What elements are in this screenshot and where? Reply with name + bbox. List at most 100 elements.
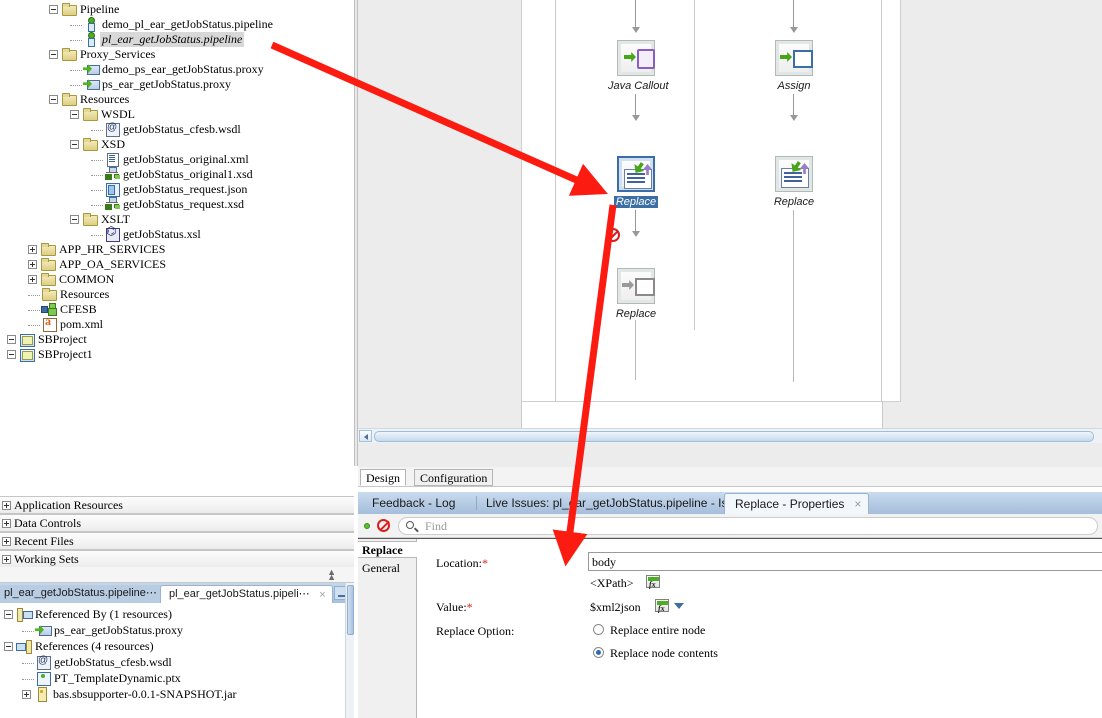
chevron-down-icon[interactable] xyxy=(674,603,684,609)
collapse-icon[interactable] xyxy=(4,641,13,651)
diagram-node-replace-disabled[interactable]: Replace xyxy=(606,268,666,322)
scroll-left-icon[interactable] xyxy=(359,430,372,442)
tab-label: Replace - Properties xyxy=(735,497,845,511)
accordion-working-sets[interactable]: Working Sets xyxy=(0,550,354,568)
tree-item[interactable]: pom.xml xyxy=(28,314,103,333)
radio-label-replace-node-contents[interactable]: Replace node contents xyxy=(610,646,718,661)
status-ok-icon[interactable] xyxy=(364,523,370,529)
tree-item[interactable]: References (4 resources) xyxy=(4,639,154,655)
tree-item[interactable]: pl_ear_getJobStatus.pipeline xyxy=(70,32,245,48)
radio-replace-node-contents[interactable] xyxy=(593,647,604,658)
close-icon[interactable]: × xyxy=(319,587,325,603)
tree-item[interactable]: getJobStatus_request.json xyxy=(91,182,247,198)
tree-item[interactable]: Proxy_Services xyxy=(49,47,155,62)
accordion-application-resources[interactable]: Application Resources xyxy=(0,496,354,514)
tab-configuration[interactable]: Configuration xyxy=(414,469,494,486)
pom-icon xyxy=(41,314,57,333)
tree-item[interactable]: Resources xyxy=(49,92,129,107)
tree-item[interactable]: Resources xyxy=(28,287,109,302)
expression-builder-icon[interactable] xyxy=(655,599,669,613)
diagram-node-java-callout[interactable]: Java Callout xyxy=(606,40,669,94)
canvas-horizontal-scrollbar[interactable] xyxy=(358,428,1102,443)
tree-guide-line xyxy=(91,174,103,176)
expand-icon[interactable] xyxy=(2,536,11,546)
expand-icon[interactable] xyxy=(2,518,11,528)
properties-section-general[interactable]: General xyxy=(358,560,417,577)
collapse-icon[interactable] xyxy=(49,49,58,59)
structure-tab-active[interactable]: pl_ear_getJobStatus.pipeli⋯ × xyxy=(160,585,333,603)
location-input[interactable]: body xyxy=(588,552,1102,571)
tree-item[interactable]: APP_OA_SERVICES xyxy=(28,257,166,272)
tree-item[interactable]: demo_pl_ear_getJobStatus.pipeline xyxy=(70,17,273,33)
tree-item[interactable]: APP_HR_SERVICES xyxy=(28,242,165,257)
accordion-recent-files[interactable]: Recent Files xyxy=(0,532,354,550)
tree-item[interactable]: WSDL xyxy=(70,107,135,122)
diagram-node-assign[interactable]: Assign xyxy=(764,40,824,94)
expand-icon[interactable] xyxy=(2,500,11,510)
collapse-caret-icon[interactable]: ▲ ▲ xyxy=(327,568,336,582)
tree-item[interactable]: getJobStatus_cfesb.wsdl xyxy=(22,653,172,671)
expand-icon[interactable] xyxy=(28,244,37,254)
tree-item[interactable]: bas.sbsupporter-0.0.1-SNAPSHOT.jar xyxy=(22,687,237,703)
xsd-icon xyxy=(104,167,120,181)
tree-item-label: APP_HR_SERVICES xyxy=(59,242,166,256)
collapse-icon[interactable] xyxy=(7,349,16,359)
project-tree[interactable]: Pipeline demo_pl_ear_getJobStatus.pipelin… xyxy=(0,0,354,496)
scrollbar-thumb[interactable] xyxy=(374,431,1094,442)
tree-item[interactable]: CFESB xyxy=(28,302,97,317)
structure-vertical-scrollbar[interactable] xyxy=(345,583,354,718)
tree-item[interactable]: getJobStatus_original.xml xyxy=(91,152,249,168)
tree-item[interactable]: Pipeline xyxy=(49,2,119,17)
collapse-icon[interactable] xyxy=(4,609,13,619)
collapse-icon[interactable] xyxy=(49,94,58,104)
folder-icon xyxy=(41,287,57,302)
structure-tab-inactive[interactable]: pl_ear_getJobStatus.pipeline⋯ xyxy=(0,585,165,603)
expand-icon[interactable] xyxy=(2,554,11,564)
tree-item-label: Proxy_Services xyxy=(80,47,156,61)
pipeline-design-canvas[interactable]: Java Callout Replace Replace Assign Repl… xyxy=(358,0,1102,432)
collapse-icon[interactable] xyxy=(49,4,58,14)
close-icon[interactable]: × xyxy=(854,494,861,514)
tree-item[interactable]: XSD xyxy=(70,137,125,152)
tree-item[interactable]: SBProject1 xyxy=(7,347,93,363)
diagram-node-replace-right[interactable]: Replace xyxy=(764,156,824,210)
collapse-icon[interactable] xyxy=(70,109,79,119)
expand-icon[interactable] xyxy=(28,259,37,269)
tab-design[interactable]: Design xyxy=(360,469,406,486)
tree-item[interactable]: getJobStatus.xsl xyxy=(91,224,201,243)
tree-item[interactable]: Referenced By (1 resources) xyxy=(4,607,172,623)
collapse-icon[interactable] xyxy=(70,214,79,224)
tree-guide-line xyxy=(70,39,82,41)
tree-item[interactable]: getJobStatus_cfesb.wsdl xyxy=(91,120,241,138)
error-filter-icon[interactable] xyxy=(377,519,390,532)
radio-label-replace-entire-node[interactable]: Replace entire node xyxy=(610,623,705,638)
scrollbar-thumb[interactable] xyxy=(347,585,354,635)
tab-live-issues[interactable]: Live Issues: pl_ear_getJobStatus.pipelin… xyxy=(476,492,763,514)
tree-item[interactable]: ps_ear_getJobStatus.proxy xyxy=(22,623,183,638)
properties-section-replace[interactable]: Replace xyxy=(358,541,417,558)
collapse-icon[interactable] xyxy=(70,139,79,149)
radio-replace-entire-node[interactable] xyxy=(593,624,604,635)
tree-item[interactable]: XSLT xyxy=(70,212,130,227)
panel-resize-grip[interactable]: ▲ ▲ xyxy=(0,567,354,583)
flow-connector xyxy=(793,210,794,382)
tree-item[interactable]: SBProject xyxy=(7,332,87,348)
tree-item[interactable]: getJobStatus_request.xsd xyxy=(91,197,244,212)
expand-icon[interactable] xyxy=(28,274,37,284)
properties-sections-list[interactable]: Replace General xyxy=(358,539,417,718)
value-expression-text[interactable]: $xml2json xyxy=(590,600,641,615)
search-input[interactable]: Find xyxy=(398,517,1098,535)
tree-item[interactable]: demo_ps_ear_getJobStatus.proxy xyxy=(70,62,264,77)
tab-replace-properties[interactable]: Replace - Properties × xyxy=(724,493,870,514)
accordion-data-controls[interactable]: Data Controls xyxy=(0,514,354,532)
collapse-icon[interactable] xyxy=(7,334,16,344)
expand-icon[interactable] xyxy=(22,689,31,699)
expression-builder-icon[interactable] xyxy=(646,575,660,589)
tree-item[interactable]: PT_TemplateDynamic.ptx xyxy=(22,671,181,687)
diagram-node-replace-selected[interactable]: Replace xyxy=(606,156,666,210)
tab-feedback-log[interactable]: Feedback - Log xyxy=(362,492,465,514)
tree-item[interactable]: getJobStatus_original1.xsd xyxy=(91,167,253,182)
structure-tree[interactable]: Referenced By (1 resources) ps_ear_getJob… xyxy=(0,603,354,718)
tree-item[interactable]: ps_ear_getJobStatus.proxy xyxy=(70,77,231,92)
tree-item[interactable]: COMMON xyxy=(28,272,114,287)
